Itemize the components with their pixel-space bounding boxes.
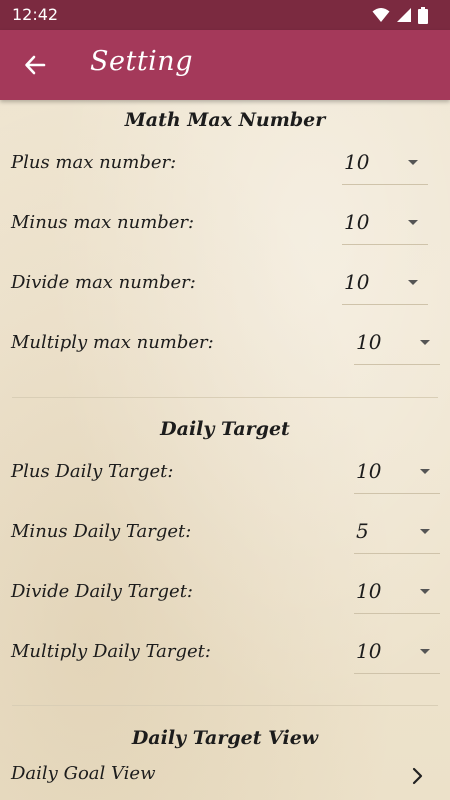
- minus-max-value: 10: [344, 210, 370, 234]
- plus-target-label: Plus Daily Target:: [11, 461, 174, 482]
- dropdown-arrow-icon: [408, 280, 418, 285]
- plus-max-spinner[interactable]: 10: [342, 140, 428, 185]
- multiply-max-label: Multiply max number:: [11, 332, 214, 353]
- status-time: 12:42: [12, 5, 59, 24]
- section-title-daily-target-view: Daily Target View: [131, 727, 319, 749]
- divide-max-value: 10: [344, 270, 370, 294]
- multiply-target-spinner[interactable]: 10: [354, 629, 440, 674]
- page-title: Setting: [90, 46, 193, 77]
- section-title-max-number: Math Max Number: [124, 109, 326, 131]
- daily-goal-view-row[interactable]: Daily Goal View: [0, 758, 450, 794]
- divide-target-value: 10: [356, 579, 382, 603]
- dropdown-arrow-icon: [420, 529, 430, 534]
- section-divider: [12, 397, 438, 398]
- settings-content: Math Max Number Plus max number: 10 Minu…: [0, 100, 450, 800]
- section-divider: [12, 705, 438, 706]
- dropdown-arrow-icon: [420, 649, 430, 654]
- dropdown-arrow-icon: [408, 220, 418, 225]
- minus-max-label: Minus max number:: [11, 212, 195, 233]
- plus-target-spinner[interactable]: 10: [354, 449, 440, 494]
- multiply-max-value: 10: [356, 330, 382, 354]
- divide-target-spinner[interactable]: 10: [354, 569, 440, 614]
- app-bar: Setting: [0, 30, 450, 100]
- minus-target-spinner[interactable]: 5: [354, 509, 440, 554]
- back-button[interactable]: [16, 46, 54, 84]
- plus-max-value: 10: [344, 150, 370, 174]
- dropdown-arrow-icon: [420, 589, 430, 594]
- dropdown-arrow-icon: [420, 469, 430, 474]
- minus-target-label: Minus Daily Target:: [11, 521, 192, 542]
- arrow-left-icon: [25, 55, 46, 75]
- minus-target-value: 5: [356, 519, 369, 543]
- wifi-icon: [372, 8, 390, 22]
- dropdown-arrow-icon: [408, 160, 418, 165]
- battery-icon: [418, 6, 428, 24]
- dropdown-arrow-icon: [420, 340, 430, 345]
- divide-max-label: Divide max number:: [11, 272, 196, 293]
- signal-icon: [397, 8, 411, 22]
- section-title-daily-target: Daily Target: [160, 418, 290, 440]
- minus-max-spinner[interactable]: 10: [342, 200, 428, 245]
- status-icons: [372, 6, 428, 24]
- daily-goal-view-label: Daily Goal View: [11, 763, 156, 784]
- plus-target-value: 10: [356, 459, 382, 483]
- divide-target-label: Divide Daily Target:: [11, 581, 193, 602]
- plus-max-label: Plus max number:: [11, 152, 177, 173]
- multiply-max-spinner[interactable]: 10: [354, 320, 440, 365]
- multiply-target-value: 10: [356, 639, 382, 663]
- status-bar: 12:42: [0, 0, 450, 30]
- multiply-target-label: Multiply Daily Target:: [11, 641, 211, 662]
- chevron-right-icon: [408, 766, 428, 786]
- divide-max-spinner[interactable]: 10: [342, 260, 428, 305]
